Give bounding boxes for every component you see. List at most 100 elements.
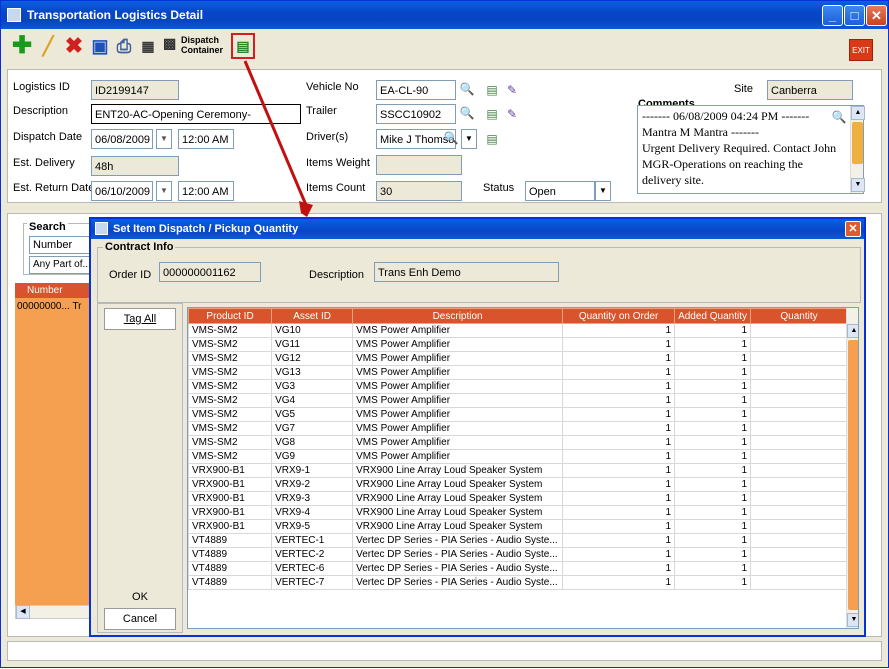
col-quantity-on-order[interactable]: Quantity on Order: [562, 308, 676, 324]
table-row[interactable]: VMS-SM2 VG12 VMS Power Amplifier 1 1: [188, 351, 848, 366]
items-scrollbar[interactable]: ▲ ▼: [846, 308, 858, 628]
added-quantity-cell: 1: [674, 365, 751, 380]
col-product-id[interactable]: Product ID: [188, 308, 273, 324]
description-cell: VRX900 Line Array Loud Speaker System: [352, 463, 564, 478]
description-cell: Vertec DP Series - PIA Series - Audio Sy…: [352, 533, 564, 548]
table-row[interactable]: VMS-SM2 VG13 VMS Power Amplifier 1 1: [188, 365, 848, 380]
items-table: Product ID Asset ID Description Quantity…: [188, 308, 848, 590]
table-row[interactable]: VT4889 VERTEC-1 Vertec DP Series - PIA Ser…: [188, 533, 848, 548]
table-row[interactable]: VT4889 VERTEC-2 Vertec DP Series - PIA Ser…: [188, 547, 848, 562]
col-quantity[interactable]: Quantity: [750, 308, 848, 324]
quantity-cell[interactable]: [750, 533, 848, 548]
quantity-cell[interactable]: [750, 393, 848, 408]
quantity-on-order-cell: 1: [562, 477, 676, 492]
table-header-row: Product ID Asset ID Description Quantity…: [188, 308, 848, 324]
quantity-cell[interactable]: [750, 561, 848, 576]
quantity-cell[interactable]: [750, 519, 848, 534]
table-row[interactable]: VRX900-B1 VRX9-1 VRX900 Line Array Loud Sp…: [188, 463, 848, 478]
quantity-on-order-cell: 1: [562, 323, 676, 338]
col-added-quantity[interactable]: Added Quantity: [674, 308, 751, 324]
col-asset-id[interactable]: Asset ID: [271, 308, 354, 324]
asset-id-cell: VG9: [271, 449, 354, 464]
quantity-cell[interactable]: [750, 337, 848, 352]
table-row[interactable]: VRX900-B1 VRX9-5 VRX900 Line Array Loud Sp…: [188, 519, 848, 534]
quantity-on-order-cell: 1: [562, 449, 676, 464]
items-scroll-up-icon[interactable]: ▲: [847, 324, 858, 338]
set-quantity-dialog: Set Item Dispatch / Pickup Quantity ✕ Co…: [89, 217, 866, 637]
items-scroll-thumb[interactable]: [848, 340, 858, 610]
table-row[interactable]: VRX900-B1 VRX9-3 VRX900 Line Array Loud Sp…: [188, 491, 848, 506]
dialog-button-panel: Tag All OK Cancel: [97, 303, 183, 633]
main-window: Transportation Logistics Detail _ □ ✕ ✚ …: [0, 0, 889, 668]
order-id-label: Order ID: [109, 269, 152, 281]
product-id-cell: VRX900-B1: [188, 491, 273, 506]
table-row[interactable]: VMS-SM2 VG7 VMS Power Amplifier 1 1: [188, 421, 848, 436]
quantity-cell[interactable]: [750, 351, 848, 366]
quantity-on-order-cell: 1: [562, 407, 676, 422]
added-quantity-cell: 1: [674, 575, 751, 590]
quantity-cell[interactable]: [750, 477, 848, 492]
asset-id-cell: VG13: [271, 365, 354, 380]
quantity-cell[interactable]: [750, 449, 848, 464]
added-quantity-cell: 1: [674, 519, 751, 534]
dialog-close-button[interactable]: ✕: [845, 221, 861, 237]
product-id-cell: VMS-SM2: [188, 421, 273, 436]
quantity-cell[interactable]: [750, 505, 848, 520]
ok-button[interactable]: OK: [104, 586, 176, 608]
quantity-cell[interactable]: [750, 463, 848, 478]
quantity-cell[interactable]: [750, 575, 848, 590]
quantity-cell[interactable]: [750, 323, 848, 338]
quantity-cell[interactable]: [750, 421, 848, 436]
table-row[interactable]: VMS-SM2 VG3 VMS Power Amplifier 1 1: [188, 379, 848, 394]
added-quantity-cell: 1: [674, 421, 751, 436]
table-row[interactable]: VRX900-B1 VRX9-4 VRX900 Line Array Loud Sp…: [188, 505, 848, 520]
product-id-cell: VT4889: [188, 561, 273, 576]
tag-all-button[interactable]: Tag All: [104, 308, 176, 330]
asset-id-cell: VERTEC-6: [271, 561, 354, 576]
added-quantity-cell: 1: [674, 561, 751, 576]
quantity-cell[interactable]: [750, 407, 848, 422]
quantity-on-order-cell: 1: [562, 393, 676, 408]
product-id-cell: VRX900-B1: [188, 519, 273, 534]
quantity-on-order-cell: 1: [562, 547, 676, 562]
description-cell: Vertec DP Series - PIA Series - Audio Sy…: [352, 561, 564, 576]
table-row[interactable]: VMS-SM2 VG11 VMS Power Amplifier 1 1: [188, 337, 848, 352]
added-quantity-cell: 1: [674, 449, 751, 464]
quantity-cell[interactable]: [750, 491, 848, 506]
added-quantity-cell: 1: [674, 323, 751, 338]
quantity-on-order-cell: 1: [562, 435, 676, 450]
table-row[interactable]: VRX900-B1 VRX9-2 VRX900 Line Array Loud Sp…: [188, 477, 848, 492]
quantity-on-order-cell: 1: [562, 505, 676, 520]
cancel-button[interactable]: Cancel: [104, 608, 176, 630]
items-scroll-down-icon[interactable]: ▼: [847, 613, 858, 627]
table-row[interactable]: VMS-SM2 VG10 VMS Power Amplifier 1 1: [188, 323, 848, 338]
added-quantity-cell: 1: [674, 533, 751, 548]
asset-id-cell: VG4: [271, 393, 354, 408]
quantity-cell[interactable]: [750, 379, 848, 394]
added-quantity-cell: 1: [674, 435, 751, 450]
asset-id-cell: VERTEC-2: [271, 547, 354, 562]
product-id-cell: VMS-SM2: [188, 337, 273, 352]
product-id-cell: VMS-SM2: [188, 393, 273, 408]
table-row[interactable]: VT4889 VERTEC-6 Vertec DP Series - PIA Ser…: [188, 561, 848, 576]
table-row[interactable]: VMS-SM2 VG5 VMS Power Amplifier 1 1: [188, 407, 848, 422]
added-quantity-cell: 1: [674, 379, 751, 394]
description-cell: VMS Power Amplifier: [352, 379, 564, 394]
description-cell: VRX900 Line Array Loud Speaker System: [352, 505, 564, 520]
quantity-on-order-cell: 1: [562, 379, 676, 394]
table-row[interactable]: VMS-SM2 VG9 VMS Power Amplifier 1 1: [188, 449, 848, 464]
items-grid: Product ID Asset ID Description Quantity…: [187, 307, 859, 629]
quantity-cell[interactable]: [750, 435, 848, 450]
quantity-cell[interactable]: [750, 365, 848, 380]
asset-id-cell: VRX9-3: [271, 491, 354, 506]
quantity-on-order-cell: 1: [562, 561, 676, 576]
quantity-on-order-cell: 1: [562, 421, 676, 436]
table-row[interactable]: VMS-SM2 VG4 VMS Power Amplifier 1 1: [188, 393, 848, 408]
table-row[interactable]: VT4889 VERTEC-7 Vertec DP Series - PIA Ser…: [188, 575, 848, 590]
asset-id-cell: VG10: [271, 323, 354, 338]
quantity-cell[interactable]: [750, 547, 848, 562]
col-description[interactable]: Description: [352, 308, 564, 324]
asset-id-cell: VG8: [271, 435, 354, 450]
table-row[interactable]: VMS-SM2 VG8 VMS Power Amplifier 1 1: [188, 435, 848, 450]
product-id-cell: VMS-SM2: [188, 351, 273, 366]
